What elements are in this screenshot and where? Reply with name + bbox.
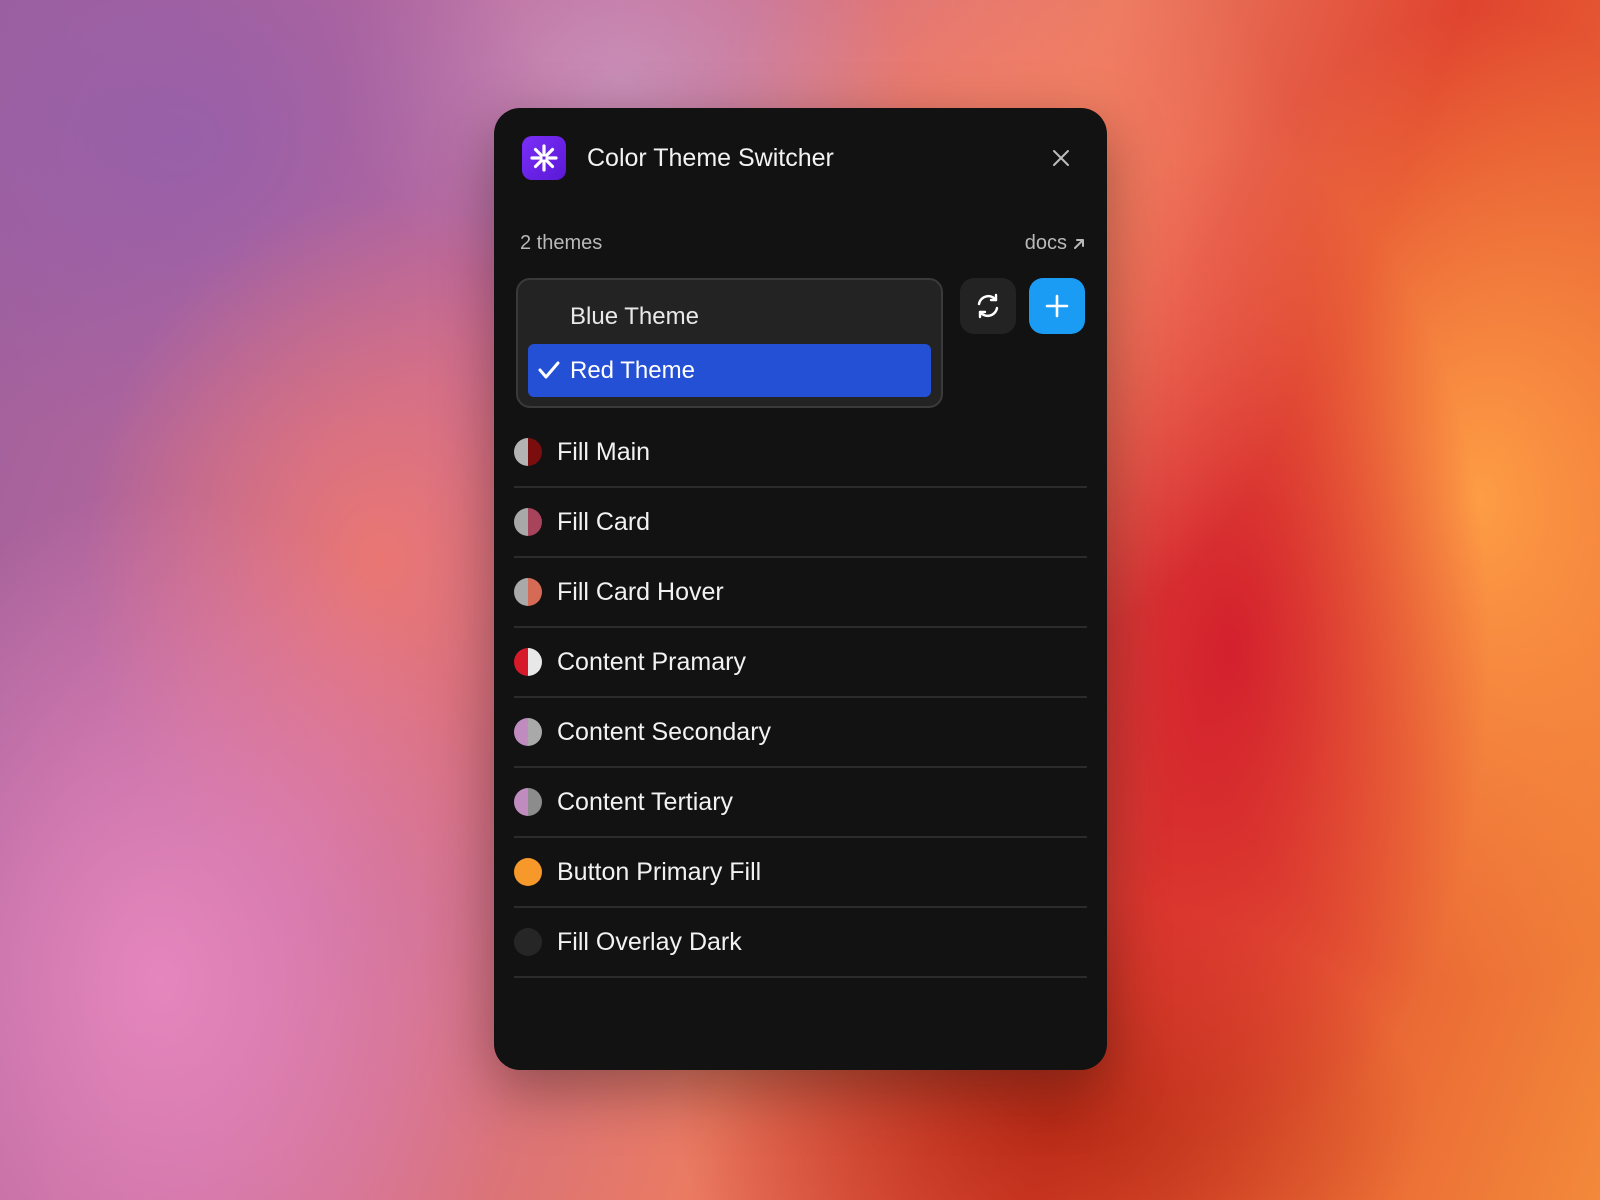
theme-option-blue[interactable]: Blue Theme xyxy=(528,290,931,343)
docs-link[interactable]: docs xyxy=(1025,232,1087,255)
color-token-list: Fill Main Fill Card Fill Card Hover Content… xyxy=(514,418,1087,978)
panel-header: Color Theme Switcher xyxy=(522,136,1079,180)
theme-option-label: Blue Theme xyxy=(570,302,699,330)
color-swatch xyxy=(514,508,542,536)
theme-switcher-panel: Color Theme Switcher 2 themes docs Blue … xyxy=(494,108,1107,1070)
color-token-label: Content Secondary xyxy=(557,717,772,746)
color-token-label: Content Tertiary xyxy=(557,787,734,816)
close-icon xyxy=(1053,150,1069,166)
theme-dropdown[interactable]: Blue Theme Red Theme xyxy=(516,278,943,408)
sync-button[interactable] xyxy=(960,278,1016,334)
color-token-row[interactable]: Content Secondary xyxy=(514,698,1087,768)
color-token-row[interactable]: Button Primary Fill xyxy=(514,838,1087,908)
arrow-up-right-icon xyxy=(1074,238,1084,249)
color-token-row[interactable]: Content Pramary xyxy=(514,628,1087,698)
color-token-label: Fill Main xyxy=(557,437,651,466)
color-token-row[interactable]: Fill Card xyxy=(514,488,1087,558)
color-token-row[interactable]: Fill Main xyxy=(514,418,1087,488)
theme-option-red[interactable]: Red Theme xyxy=(528,344,931,397)
refresh-icon xyxy=(977,293,999,319)
color-swatch xyxy=(514,788,542,816)
checkmark-icon xyxy=(538,361,560,379)
meta-row: 2 themes docs xyxy=(520,232,1087,255)
color-token-row[interactable]: Fill Overlay Dark xyxy=(514,908,1087,978)
sparkle-burst-icon xyxy=(522,136,566,180)
color-token-label: Content Pramary xyxy=(557,647,746,676)
panel-title: Color Theme Switcher xyxy=(587,143,834,172)
theme-count: 2 themes xyxy=(520,232,603,254)
color-token-label: Fill Card Hover xyxy=(557,577,724,606)
color-swatch xyxy=(514,718,542,746)
color-token-label: Button Primary Fill xyxy=(557,857,762,886)
color-token-row[interactable]: Content Tertiary xyxy=(514,768,1087,838)
color-token-label: Fill Card xyxy=(557,507,651,536)
color-swatch xyxy=(514,578,542,606)
add-theme-button[interactable] xyxy=(1029,278,1085,334)
color-token-label: Fill Overlay Dark xyxy=(557,927,742,956)
close-button[interactable] xyxy=(1043,140,1079,176)
color-swatch xyxy=(514,928,542,956)
theme-option-label: Red Theme xyxy=(570,356,695,384)
color-swatch xyxy=(514,648,542,676)
docs-link-label: docs xyxy=(1024,232,1067,254)
plus-icon xyxy=(1045,294,1069,318)
color-token-row[interactable]: Fill Card Hover xyxy=(514,558,1087,628)
color-swatch xyxy=(514,438,542,466)
color-swatch xyxy=(514,858,542,886)
